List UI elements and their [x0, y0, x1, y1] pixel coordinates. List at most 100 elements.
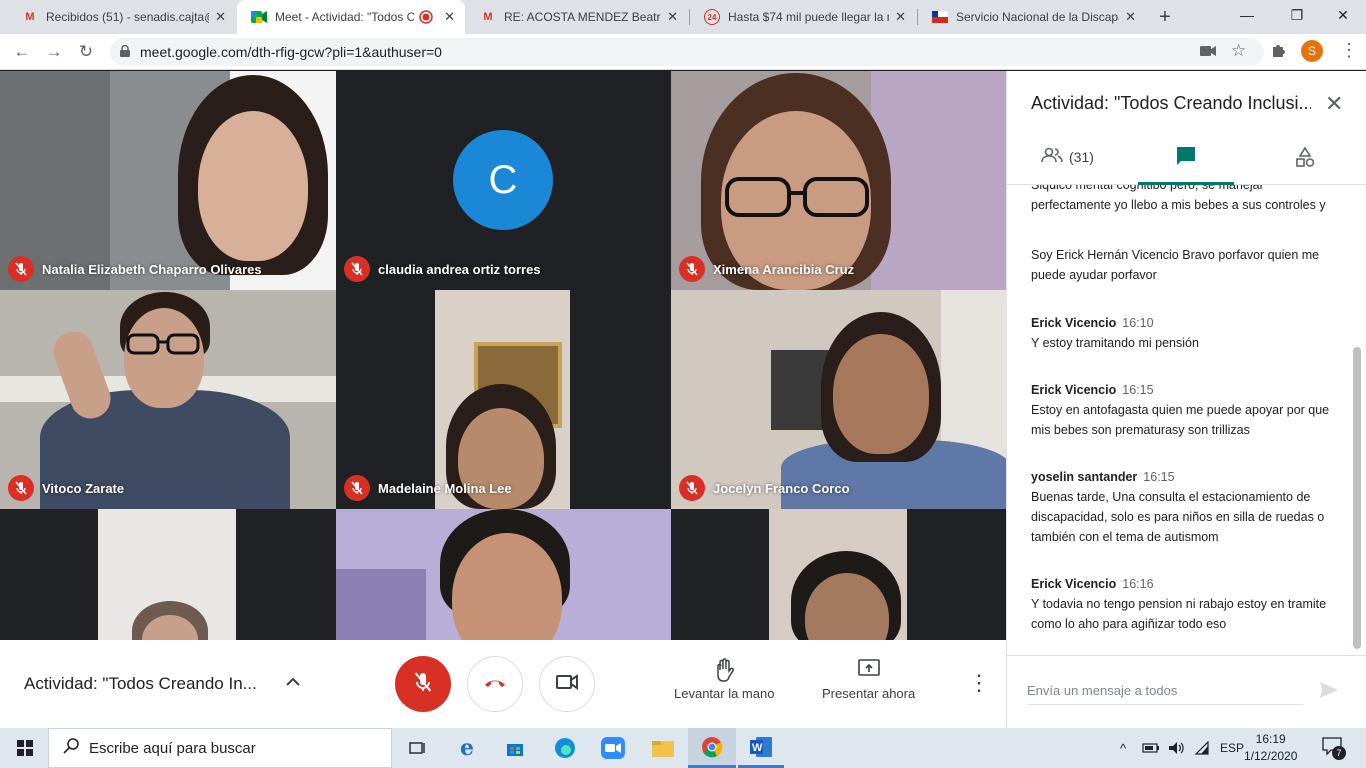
taskbar-search-box[interactable]: Escribe aquí para buscar: [48, 728, 392, 768]
message-sender: Erick Vicencio: [1031, 383, 1117, 397]
panel-title: Actividad: "Todos Creando Inclusi...: [1031, 93, 1311, 113]
restore-icon[interactable]: ❐: [1274, 0, 1320, 30]
tab-close-icon[interactable]: ✕: [667, 9, 678, 25]
minimize-icon[interactable]: —: [1224, 0, 1270, 30]
tab-close-icon[interactable]: ✕: [444, 9, 455, 25]
message-text: Y todavia no tengo pension ni rabajo est…: [1031, 597, 1327, 631]
chat-message: Siquico mental cognitibo pero, se maneja…: [1031, 185, 1331, 215]
participant-tile[interactable]: [671, 509, 1006, 640]
address-bar[interactable]: meet.google.com/dth-rfig-gcw?pli=1&authu…: [110, 38, 1264, 66]
present-now-button[interactable]: Presentar ahora: [822, 658, 915, 701]
participant-name-label: Ximena Arancibia Cruz: [679, 256, 854, 282]
browser-tab-meet[interactable]: Meet - Actividad: "Todos C ✕: [237, 0, 465, 34]
flag-icon: [932, 9, 948, 25]
input-language-indicator[interactable]: ESP: [1220, 728, 1244, 768]
chrome-menu-icon[interactable]: ⋮: [1340, 40, 1358, 61]
show-hidden-icons-icon[interactable]: ^: [1120, 728, 1126, 768]
bookmark-star-icon[interactable]: ☆: [1231, 41, 1246, 61]
people-icon: [1041, 147, 1063, 166]
volume-icon[interactable]: [1168, 728, 1186, 768]
internet-explorer-icon[interactable]: e: [452, 734, 482, 762]
word-taskbar-button[interactable]: W: [738, 728, 784, 768]
new-tab-button[interactable]: +: [1152, 4, 1178, 30]
participant-name-label: Natalia Elizabeth Chaparro Olivares: [8, 256, 262, 282]
notification-count-badge: 7: [1332, 746, 1346, 760]
message-sender: Erick Vicencio: [1031, 316, 1117, 330]
tab-title: Meet - Actividad: "Todos C: [275, 10, 415, 24]
camera-blocked-icon[interactable]: [1200, 44, 1216, 62]
gmail-icon: M: [25, 11, 35, 23]
browser-tab-senadis[interactable]: Servicio Nacional de la Discapa ✕: [918, 0, 1146, 34]
mic-off-icon: [679, 475, 705, 501]
message-text: Siquico mental cognitibo pero, se maneja…: [1031, 185, 1326, 212]
file-explorer-icon[interactable]: [648, 734, 678, 762]
close-icon[interactable]: ✕: [1325, 91, 1343, 117]
chat-message-input[interactable]: Envía un mensaje a todos: [1027, 677, 1303, 705]
tab-title: Servicio Nacional de la Discapa: [956, 10, 1120, 24]
forward-icon[interactable]: →: [40, 38, 68, 66]
chat-scrollbar[interactable]: [1353, 347, 1361, 649]
participant-name-label: Madelaine Molina Lee: [344, 475, 512, 501]
participant-tile[interactable]: Natalia Elizabeth Chaparro Olivares: [0, 71, 336, 290]
windows-start-icon[interactable]: [10, 734, 40, 762]
video-person: [124, 332, 204, 356]
leave-call-button[interactable]: [467, 656, 523, 712]
window-close-icon[interactable]: ✕: [1320, 0, 1366, 30]
extensions-icon[interactable]: [1271, 42, 1287, 63]
mic-off-icon: [679, 256, 705, 282]
chevron-up-icon[interactable]: [286, 674, 300, 692]
system-clock[interactable]: 16:19 1/12/2020: [1244, 731, 1297, 765]
tab-activities[interactable]: [1295, 146, 1315, 170]
chrome-taskbar-button[interactable]: [688, 728, 736, 768]
participant-tile[interactable]: Madelaine Molina Lee: [336, 290, 671, 509]
wifi-icon[interactable]: [1194, 728, 1210, 768]
tab-close-icon[interactable]: ✕: [895, 9, 906, 25]
browser-toolbar: ← → ↻ meet.google.com/dth-rfig-gcw?pli=1…: [0, 34, 1366, 70]
tab-chat[interactable]: [1175, 145, 1197, 170]
browser-tab-news[interactable]: 24 Hasta $74 mil puede llegar la m ✕: [690, 0, 916, 34]
participant-name-label: Jocelyn Franco Corco: [679, 475, 850, 501]
word-icon: W: [750, 737, 772, 762]
participant-tile[interactable]: Ximena Arancibia Cruz: [671, 71, 1006, 290]
search-icon: [63, 738, 79, 758]
tab-title: Recibidos (51) - senadis.cajta@: [46, 10, 210, 24]
microphone-toggle-button[interactable]: [395, 656, 451, 712]
edge-icon[interactable]: [550, 734, 580, 762]
tab-close-icon[interactable]: ✕: [215, 9, 226, 25]
meeting-details-title[interactable]: Actividad: "Todos Creando In...: [24, 674, 257, 694]
participant-tile[interactable]: Jocelyn Franco Corco: [671, 290, 1006, 509]
store-icon[interactable]: [500, 734, 530, 762]
camera-toggle-button[interactable]: [539, 656, 595, 712]
participant-tile[interactable]: C claudia andrea ortiz torres: [336, 71, 671, 290]
task-view-icon[interactable]: [402, 734, 432, 762]
video-person: [124, 308, 204, 408]
video-background: [871, 71, 1006, 290]
zoom-icon[interactable]: [598, 734, 628, 762]
send-icon[interactable]: [1319, 681, 1339, 704]
browser-tab-gmail-inbox[interactable]: M Recibidos (51) - senadis.cajta@ ✕: [8, 0, 236, 34]
reload-icon[interactable]: ↻: [72, 38, 100, 66]
gmail-icon: M: [483, 11, 493, 23]
raise-hand-button[interactable]: Levantar la mano: [674, 658, 774, 701]
tab-people[interactable]: (31): [1041, 147, 1094, 166]
participant-tile[interactable]: Vitoco Zarate: [0, 290, 336, 509]
back-icon[interactable]: ←: [8, 38, 36, 66]
participant-tile[interactable]: [0, 509, 336, 640]
panel-tabs: (31): [1007, 137, 1366, 185]
chat-message: Erick Vicencio 16:16 Y todavia no tengo p…: [1031, 574, 1331, 634]
battery-icon[interactable]: [1142, 728, 1160, 768]
tab-close-icon[interactable]: ✕: [1125, 9, 1136, 25]
more-options-icon[interactable]: ⋮: [968, 670, 990, 696]
tab-title: Hasta $74 mil puede llegar la m: [728, 10, 890, 24]
browser-tab-strip: M Recibidos (51) - senadis.cajta@ ✕ Meet…: [0, 0, 1366, 34]
participant-tile[interactable]: [336, 509, 671, 640]
browser-tab-gmail-email[interactable]: M RE: ACOSTA MENDEZ Beatriz (S ✕: [466, 0, 688, 34]
news24-icon: 24: [704, 9, 720, 25]
svg-text:W: W: [752, 742, 763, 754]
tab-title: RE: ACOSTA MENDEZ Beatriz (S: [504, 10, 661, 24]
chat-message: Soy Erick Hernán Vicencio Bravo porfavor…: [1031, 245, 1331, 285]
chrome-icon: [701, 736, 723, 763]
shapes-icon: [1295, 146, 1315, 170]
chat-message: yoselin santander 16:15 Buenas tarde, Una…: [1031, 467, 1331, 547]
profile-avatar[interactable]: S: [1301, 40, 1323, 62]
